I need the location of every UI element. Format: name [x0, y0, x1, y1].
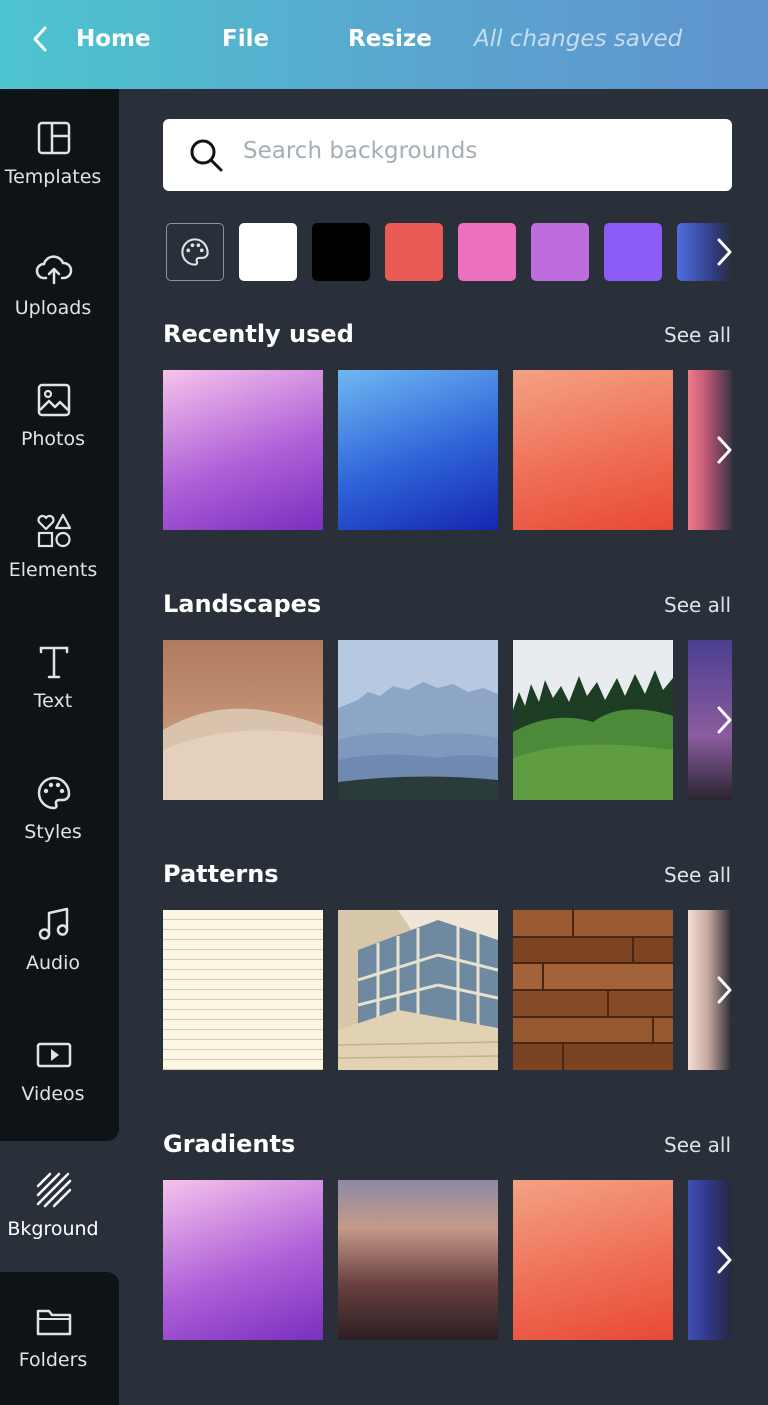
background-thumbnail[interactable]: [338, 370, 498, 530]
text-icon: [35, 643, 73, 681]
home-link[interactable]: Home: [76, 22, 151, 56]
templates-icon: [35, 119, 73, 157]
green-hills-thumbnail[interactable]: [513, 640, 673, 800]
see-all-link[interactable]: See all: [664, 590, 731, 620]
sidebar-item-label: Audio: [25, 952, 80, 974]
sidebar-item-label: Text: [33, 690, 73, 712]
sidebar-item-label: Uploads: [14, 297, 92, 319]
top-bar: Home File Resize All changes saved: [0, 0, 768, 89]
sidebar-item-audio[interactable]: Audio: [0, 875, 119, 1006]
search-input[interactable]: Search backgrounds: [243, 138, 477, 164]
search-icon: [187, 136, 225, 174]
section-title: Recently used: [163, 320, 354, 348]
row-next-chevron-icon[interactable]: [712, 1244, 736, 1276]
sidebar-item-label: Bkground: [7, 1218, 99, 1240]
background-thumbnail[interactable]: [163, 370, 323, 530]
color-swatch-orchid[interactable]: [531, 223, 589, 281]
video-icon: [35, 1036, 73, 1074]
color-swatch-pink[interactable]: [458, 223, 516, 281]
wood-planks-thumbnail[interactable]: [513, 910, 673, 1070]
sidebar-item-text[interactable]: Text: [0, 613, 119, 744]
section-title: Patterns: [163, 860, 279, 888]
sidebar-item-label: Templates: [4, 166, 102, 188]
shapes-icon: [35, 512, 73, 550]
swatch-next-chevron-icon[interactable]: [712, 236, 736, 272]
see-all-link[interactable]: See all: [664, 860, 731, 890]
save-status: All changes saved: [474, 26, 683, 52]
sidebar-item-label: Folders: [18, 1349, 88, 1371]
sidebar-item-videos[interactable]: Videos: [0, 1006, 119, 1137]
desert-dune-thumbnail[interactable]: [163, 640, 323, 800]
color-swatch-violet[interactable]: [604, 223, 662, 281]
sidebar-item-folders[interactable]: Folders: [0, 1272, 119, 1403]
section-title: Gradients: [163, 1130, 296, 1158]
palette-icon: [35, 774, 73, 812]
see-all-link[interactable]: See all: [664, 1130, 731, 1160]
see-all-link[interactable]: See all: [664, 320, 731, 350]
folder-icon: [35, 1302, 73, 1340]
sidebar-item-label: Styles: [24, 821, 82, 843]
row-next-chevron-icon[interactable]: [712, 974, 736, 1006]
row-next-chevron-icon[interactable]: [712, 704, 736, 736]
gradient-thumbnail[interactable]: [338, 1180, 498, 1340]
cloud-upload-icon: [35, 250, 73, 288]
sidebar-item-styles[interactable]: Styles: [0, 744, 119, 875]
sidebar-item-elements[interactable]: Elements: [0, 482, 119, 613]
misty-mountains-thumbnail[interactable]: [338, 640, 498, 800]
color-swatch-white[interactable]: [239, 223, 297, 281]
background-thumbnail[interactable]: [513, 370, 673, 530]
color-palette-button[interactable]: [166, 223, 224, 281]
color-swatch-black[interactable]: [312, 223, 370, 281]
resize-button[interactable]: Resize: [348, 22, 432, 56]
sidebar-item-label: Videos: [21, 1083, 85, 1105]
file-menu[interactable]: File: [222, 22, 269, 56]
sidebar-item-label: Elements: [8, 559, 98, 581]
sidebar: Templates Uploads Photos Elements Text S…: [0, 89, 119, 1405]
sidebar-item-templates[interactable]: Templates: [0, 89, 119, 220]
row-next-chevron-icon[interactable]: [712, 434, 736, 466]
stripes-icon: [35, 1171, 73, 1209]
sidebar-item-photos[interactable]: Photos: [0, 351, 119, 482]
building-facade-thumbnail[interactable]: [338, 910, 498, 1070]
sidebar-item-label: Photos: [20, 428, 86, 450]
section-title: Landscapes: [163, 590, 322, 618]
image-icon: [35, 381, 73, 419]
gradient-thumbnail[interactable]: [163, 1180, 323, 1340]
palette-icon: [179, 236, 211, 272]
back-chevron-icon[interactable]: [26, 24, 56, 54]
lined-paper-thumbnail[interactable]: [163, 910, 323, 1070]
sidebar-item-bkground[interactable]: Bkground: [0, 1141, 119, 1272]
search-box[interactable]: Search backgrounds: [163, 119, 732, 191]
gradient-thumbnail[interactable]: [513, 1180, 673, 1340]
sidebar-item-uploads[interactable]: Uploads: [0, 220, 119, 351]
music-note-icon: [35, 905, 73, 943]
color-swatch-red[interactable]: [385, 223, 443, 281]
